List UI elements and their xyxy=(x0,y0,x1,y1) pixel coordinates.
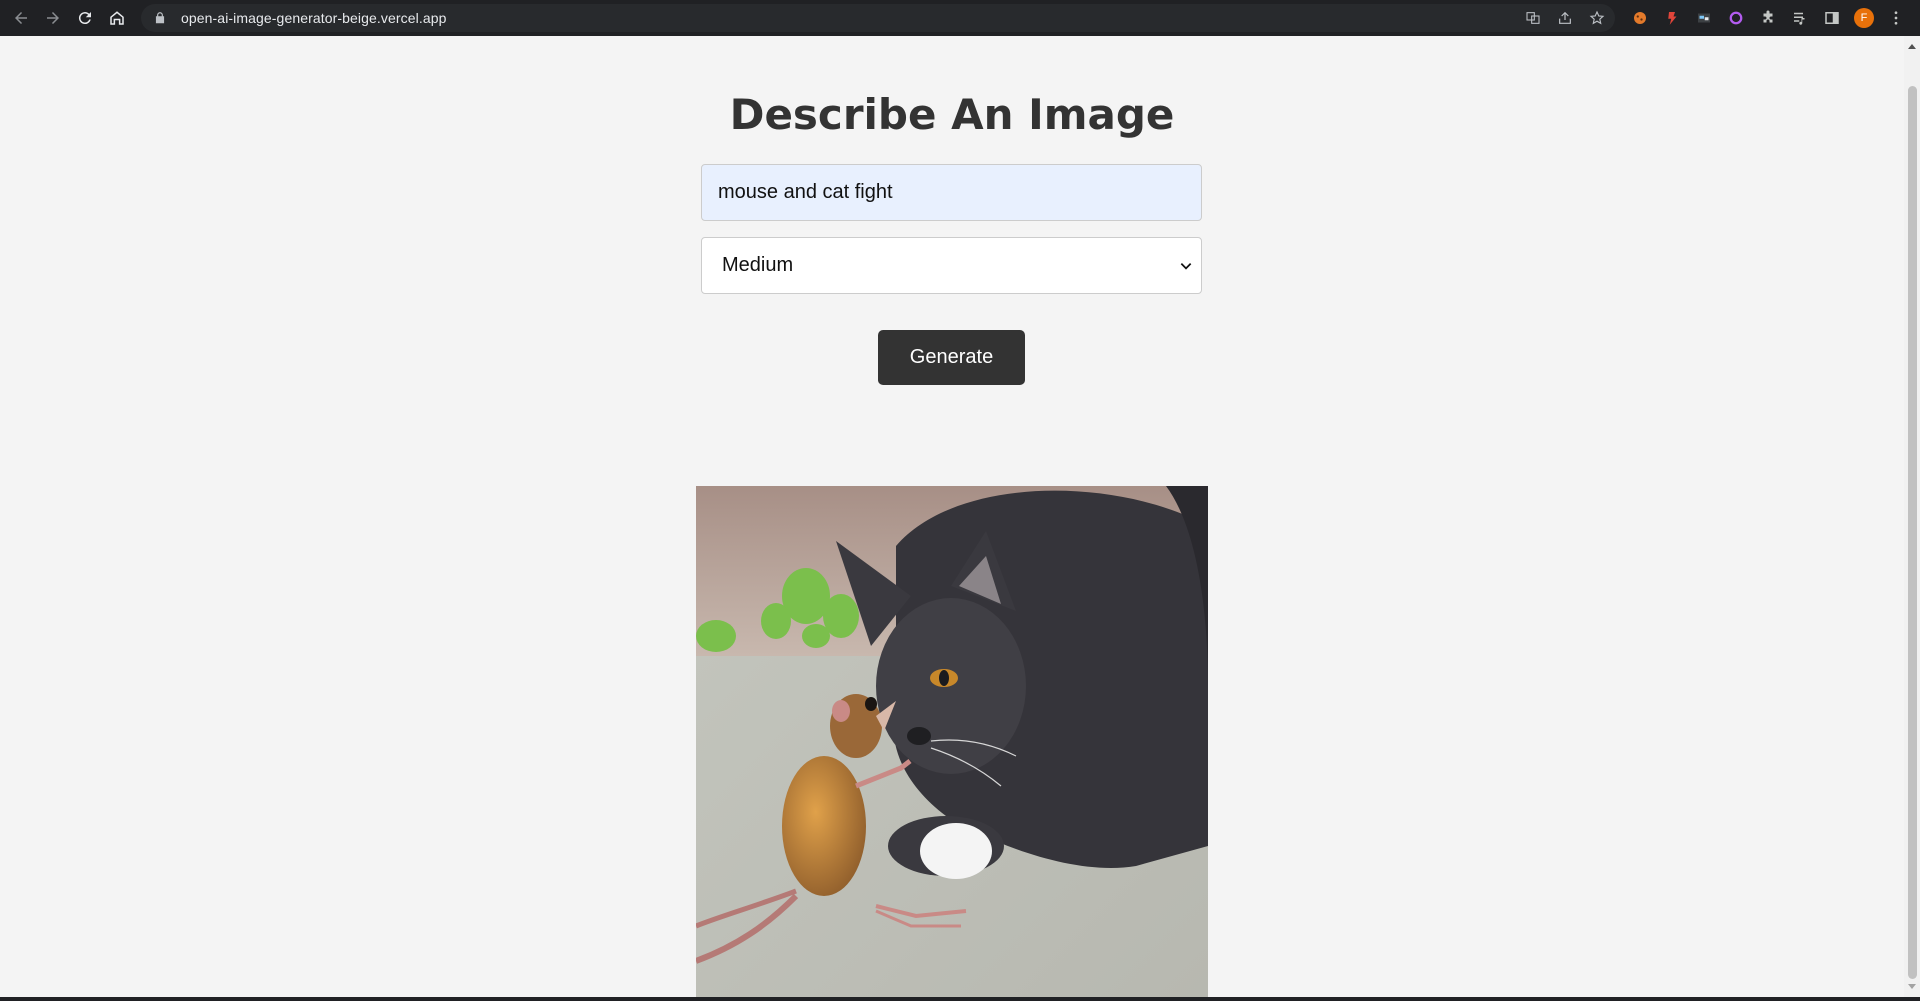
menu-icon[interactable] xyxy=(1884,6,1908,30)
lock-icon xyxy=(153,11,167,25)
size-select-value: Medium xyxy=(722,254,794,276)
home-icon[interactable] xyxy=(102,3,132,33)
cat-and-mouse-image xyxy=(696,486,1208,997)
profile-avatar[interactable]: F xyxy=(1852,6,1876,30)
page-title: Describe An Image xyxy=(729,90,1175,139)
prompt-input[interactable] xyxy=(701,164,1202,221)
window-bottom-edge xyxy=(0,997,1920,1001)
window-extension-icon[interactable] xyxy=(1692,6,1716,30)
address-bar[interactable]: open-ai-image-generator-beige.vercel.app xyxy=(141,4,1615,32)
media-queue-icon[interactable] xyxy=(1788,6,1812,30)
back-icon[interactable] xyxy=(6,3,36,33)
page-scrollbar[interactable] xyxy=(1904,36,1920,997)
star-icon[interactable] xyxy=(1587,8,1607,28)
url-text: open-ai-image-generator-beige.vercel.app xyxy=(181,10,447,26)
red-extension-icon[interactable] xyxy=(1660,6,1684,30)
scroll-thumb[interactable] xyxy=(1908,86,1917,979)
side-panel-icon[interactable] xyxy=(1820,6,1844,30)
scroll-down-icon[interactable] xyxy=(1908,984,1916,989)
page-content: Describe An Image Medium Generate xyxy=(0,36,1904,997)
puzzle-icon[interactable] xyxy=(1756,6,1780,30)
translate-icon[interactable] xyxy=(1523,8,1543,28)
scroll-up-icon[interactable] xyxy=(1908,44,1916,49)
size-select[interactable]: Medium xyxy=(701,237,1202,294)
forward-icon[interactable] xyxy=(38,3,68,33)
share-icon[interactable] xyxy=(1555,8,1575,28)
generated-image xyxy=(696,486,1208,997)
circle-extension-icon[interactable] xyxy=(1724,6,1748,30)
chevron-down-icon xyxy=(1179,256,1193,270)
cookie-extension-icon[interactable] xyxy=(1628,6,1652,30)
reload-icon[interactable] xyxy=(70,3,100,33)
browser-toolbar: open-ai-image-generator-beige.vercel.app xyxy=(0,0,1920,36)
generate-button[interactable]: Generate xyxy=(878,330,1025,385)
